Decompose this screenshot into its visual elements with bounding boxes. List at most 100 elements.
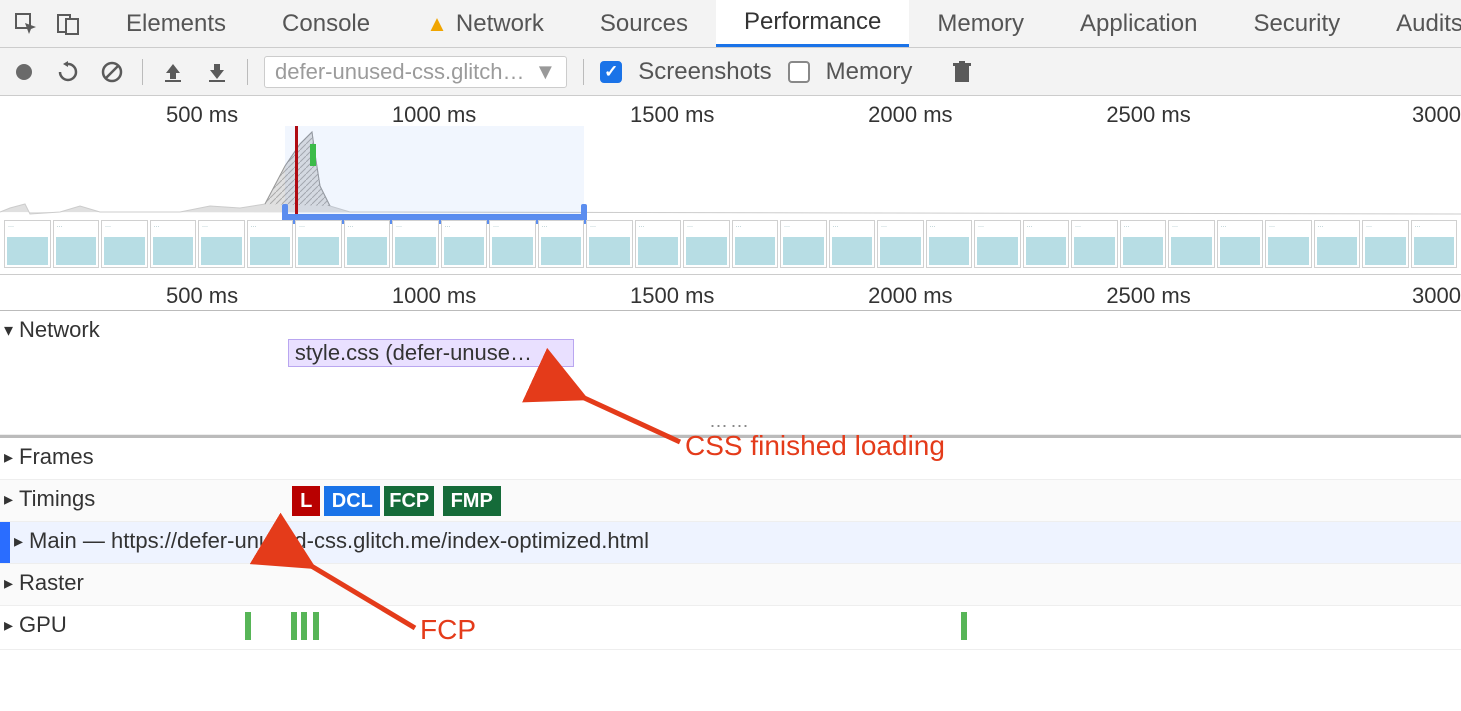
performance-toolbar: defer-unused-css.glitch… ▼ ✓ Screenshots… (0, 48, 1461, 96)
disclosure-icon[interactable] (4, 569, 13, 595)
filmstrip-frame[interactable]: ··· (877, 220, 924, 268)
filmstrip-frame[interactable]: ··· (683, 220, 730, 268)
request-lead-icon (288, 348, 289, 360)
clear-icon[interactable] (98, 58, 126, 86)
record-icon[interactable] (10, 58, 38, 86)
ruler-tick: 500 ms (166, 283, 238, 309)
filmstrip-frame[interactable]: ··· (1071, 220, 1118, 268)
filmstrip-frame[interactable]: ··· (538, 220, 585, 268)
disclosure-icon[interactable] (4, 443, 13, 469)
screenshots-label: Screenshots (638, 58, 771, 86)
filmstrip-frame[interactable]: ··· (780, 220, 827, 268)
reload-icon[interactable] (54, 58, 82, 86)
tab-elements[interactable]: Elements (98, 0, 254, 47)
filmstrip-frame[interactable]: ··· (732, 220, 779, 268)
upload-icon[interactable] (159, 58, 187, 86)
ruler-tick: 1000 ms (392, 283, 476, 309)
device-toggle-icon[interactable] (56, 12, 80, 36)
separator (142, 59, 143, 85)
gpu-tick (301, 612, 307, 640)
tab-label: Elements (126, 10, 226, 38)
timing-badge-l[interactable]: L (292, 486, 320, 516)
filmstrip-frame[interactable]: ··· (635, 220, 682, 268)
recording-label: defer-unused-css.glitch… (275, 59, 524, 85)
tab-performance[interactable]: Performance (716, 0, 909, 47)
memory-checkbox[interactable]: ✓ (788, 61, 810, 83)
filmstrip-frame[interactable]: ··· (1120, 220, 1167, 268)
network-track[interactable]: Network style.css (defer-unuse… ⋯⋯ (0, 311, 1461, 435)
filmstrip-frame[interactable]: ··· (1314, 220, 1361, 268)
timing-badge-fcp[interactable]: FCP (384, 486, 434, 516)
trash-icon[interactable] (948, 58, 976, 86)
timing-badge-dcl[interactable]: DCL (324, 486, 380, 516)
main-track-label[interactable]: Main — https://defer-unused-css.glitch.m… (0, 522, 659, 560)
filmstrip-frame[interactable]: ··· (441, 220, 488, 268)
tab-label: Audits (1396, 10, 1461, 38)
filmstrip-frame[interactable]: ··· (1411, 220, 1458, 268)
tab-console[interactable]: Console (254, 0, 398, 47)
timeline-overview[interactable]: 500 ms1000 ms1500 ms2000 ms2500 ms3000 ·… (0, 96, 1461, 275)
tab-application[interactable]: Application (1052, 0, 1225, 47)
ruler-tick: 2000 ms (868, 283, 952, 309)
filmstrip-frame[interactable]: ··· (926, 220, 973, 268)
filmstrip-frame[interactable]: ··· (1265, 220, 1312, 268)
screenshots-checkbox[interactable]: ✓ (600, 61, 622, 83)
main-track[interactable]: Main — https://defer-unused-css.glitch.m… (0, 522, 1461, 564)
filmstrip-frame[interactable]: ··· (1217, 220, 1264, 268)
filmstrip-frame[interactable]: ··· (295, 220, 342, 268)
filmstrip-frame[interactable]: ··· (4, 220, 51, 268)
filmstrip-frame[interactable]: ··· (344, 220, 391, 268)
filmstrip: ········································… (0, 216, 1461, 274)
network-request-bar[interactable]: style.css (defer-unuse… (288, 339, 574, 367)
resize-grip[interactable]: ⋯⋯ (710, 416, 752, 437)
filmstrip-frame[interactable]: ··· (53, 220, 100, 268)
raster-track-label[interactable]: Raster (0, 564, 94, 602)
ruler-tick: 1000 ms (392, 102, 476, 128)
filmstrip-frame[interactable]: ··· (150, 220, 197, 268)
main-track-indicator (0, 522, 10, 563)
timings-track[interactable]: Timings LDCLFCPFMP (0, 480, 1461, 522)
filmstrip-frame[interactable]: ··· (247, 220, 294, 268)
filmstrip-frame[interactable]: ··· (586, 220, 633, 268)
recording-dropdown[interactable]: defer-unused-css.glitch… ▼ (264, 56, 567, 88)
filmstrip-frame[interactable]: ··· (1023, 220, 1070, 268)
gpu-track[interactable]: GPU (0, 606, 1461, 650)
filmstrip-frame[interactable]: ··· (829, 220, 876, 268)
filmstrip-frame[interactable]: ··· (392, 220, 439, 268)
tab-sources[interactable]: Sources (572, 0, 716, 47)
tab-network[interactable]: ▲Network (398, 0, 572, 47)
inspect-icon[interactable] (14, 12, 38, 36)
detail-ruler: 500 ms1000 ms1500 ms2000 ms2500 ms3000 m… (0, 275, 1461, 311)
filmstrip-frame[interactable]: ··· (974, 220, 1021, 268)
raster-track[interactable]: Raster (0, 564, 1461, 606)
track-label-text: Main — https://defer-unused-css.glitch.m… (29, 528, 649, 554)
tab-label: Sources (600, 10, 688, 38)
tab-memory[interactable]: Memory (909, 0, 1052, 47)
tab-security[interactable]: Security (1225, 0, 1368, 47)
tab-label: Network (456, 10, 544, 38)
ruler-tick: 2500 ms (1106, 102, 1190, 128)
filmstrip-frame[interactable]: ··· (1362, 220, 1409, 268)
ruler-tick: 3000 (1412, 102, 1461, 128)
frames-track-label[interactable]: Frames (0, 438, 104, 476)
filmstrip-frame[interactable]: ··· (198, 220, 245, 268)
network-request-label: style.css (defer-unuse… (295, 340, 532, 366)
disclosure-icon[interactable] (14, 527, 23, 553)
ruler-tick: 500 ms (166, 102, 238, 128)
overview-brush[interactable] (285, 126, 585, 216)
gpu-tick (245, 612, 251, 640)
filmstrip-frame[interactable]: ··· (101, 220, 148, 268)
frames-track[interactable]: Frames (0, 438, 1461, 480)
timing-badge-fmp[interactable]: FMP (443, 486, 501, 516)
ruler-tick: 2000 ms (868, 102, 952, 128)
track-label-text: Frames (19, 444, 94, 470)
filmstrip-frame[interactable]: ··· (1168, 220, 1215, 268)
filmstrip-frame[interactable]: ··· (489, 220, 536, 268)
gpu-tick (313, 612, 319, 640)
timings-lane: LDCLFCP FMP (0, 480, 1461, 521)
separator (247, 59, 248, 85)
download-icon[interactable] (203, 58, 231, 86)
tab-audits[interactable]: Audits (1368, 0, 1461, 47)
tab-label: Application (1080, 10, 1197, 38)
memory-label: Memory (826, 58, 913, 86)
